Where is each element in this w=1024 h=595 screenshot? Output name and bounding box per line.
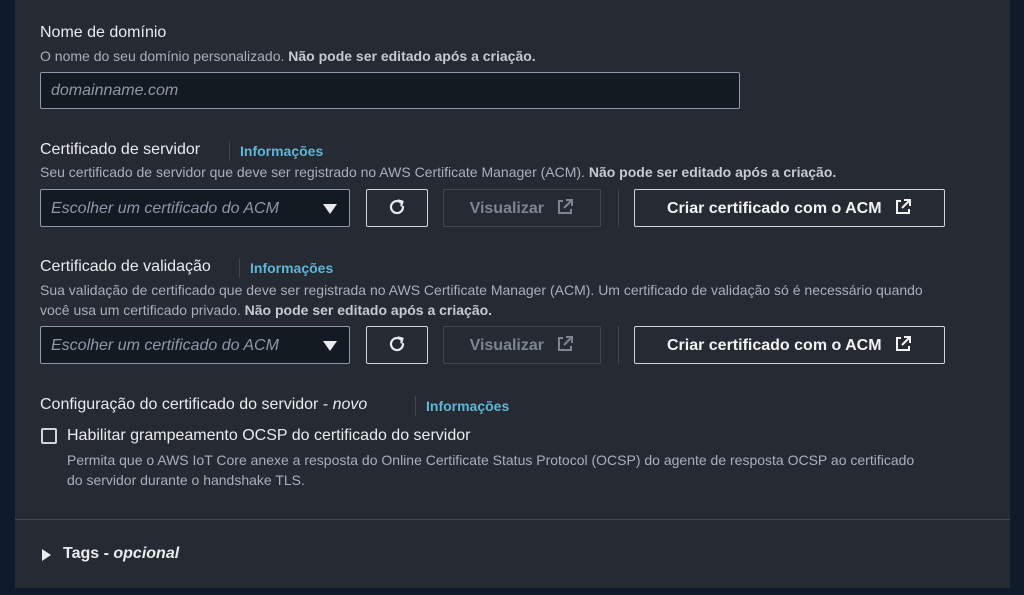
caret-down-icon [323, 204, 337, 214]
ocsp-stapling-description-line1: Permita que o AWS IoT Core anexe a respo… [67, 452, 915, 468]
validation-cert-view-button[interactable]: Visualizar [443, 326, 601, 364]
server-cert-create-label: Criar certificado com o ACM [666, 200, 882, 217]
validation-cert-refresh-button[interactable] [366, 326, 428, 364]
ocsp-stapling-description-line2: do servidor durante o handshake TLS. [67, 472, 305, 488]
server-cert-config-info-link[interactable]: Informações [415, 396, 509, 416]
validation-cert-create-button[interactable]: Criar certificado com o ACM [634, 326, 945, 364]
divider [618, 326, 619, 364]
ocsp-stapling-checkbox[interactable] [41, 428, 57, 444]
section-divider [15, 519, 1010, 520]
validation-cert-select[interactable]: Escolher um certificado do ACM [40, 326, 350, 364]
validation-cert-description-line1: Sua validação de certificado que deve se… [40, 282, 923, 298]
domain-name-label: Nome de domínio [40, 24, 167, 41]
divider [618, 189, 619, 227]
server-cert-select-value: Escolher um certificado do ACM [51, 200, 279, 217]
external-link-icon [896, 199, 911, 214]
refresh-icon [389, 336, 405, 352]
server-cert-refresh-button[interactable] [366, 189, 428, 227]
external-link-icon [558, 336, 574, 351]
validation-cert-label: Certificado de validação [40, 258, 211, 275]
validation-cert-select-value: Escolher um certificado do ACM [51, 337, 279, 354]
domain-name-description: O nome do seu domínio personalizado. Não… [40, 48, 536, 64]
domain-name-input[interactable]: domainname.com [40, 72, 740, 109]
external-link-icon [558, 199, 574, 214]
tags-expander[interactable]: Tags - opcional [63, 545, 179, 563]
validation-cert-description-line2: você usa um certificado privado. Não pod… [40, 302, 493, 318]
server-cert-view-button[interactable]: Visualizar [443, 189, 601, 227]
server-cert-create-button[interactable]: Criar certificado com o ACM [634, 189, 945, 227]
server-cert-description: Seu certificado de servidor que deve ser… [40, 164, 837, 180]
server-cert-config-label: Configuração do certificado do servidor … [40, 396, 368, 413]
validation-cert-create-label: Criar certificado com o ACM [666, 337, 882, 354]
validation-cert-view-label: Visualizar [469, 337, 544, 354]
server-cert-select[interactable]: Escolher um certificado do ACM [40, 189, 350, 227]
server-cert-label: Certificado de servidor [40, 141, 201, 158]
validation-cert-info-link[interactable]: Informações [239, 258, 333, 278]
refresh-icon [389, 199, 405, 215]
server-cert-view-label: Visualizar [469, 200, 544, 217]
ocsp-stapling-label[interactable]: Habilitar grampeamento OCSP do certifica… [67, 427, 470, 445]
external-link-icon [896, 336, 911, 351]
caret-down-icon [323, 341, 337, 351]
caret-right-icon[interactable] [42, 549, 51, 561]
server-cert-info-link[interactable]: Informações [229, 141, 323, 161]
